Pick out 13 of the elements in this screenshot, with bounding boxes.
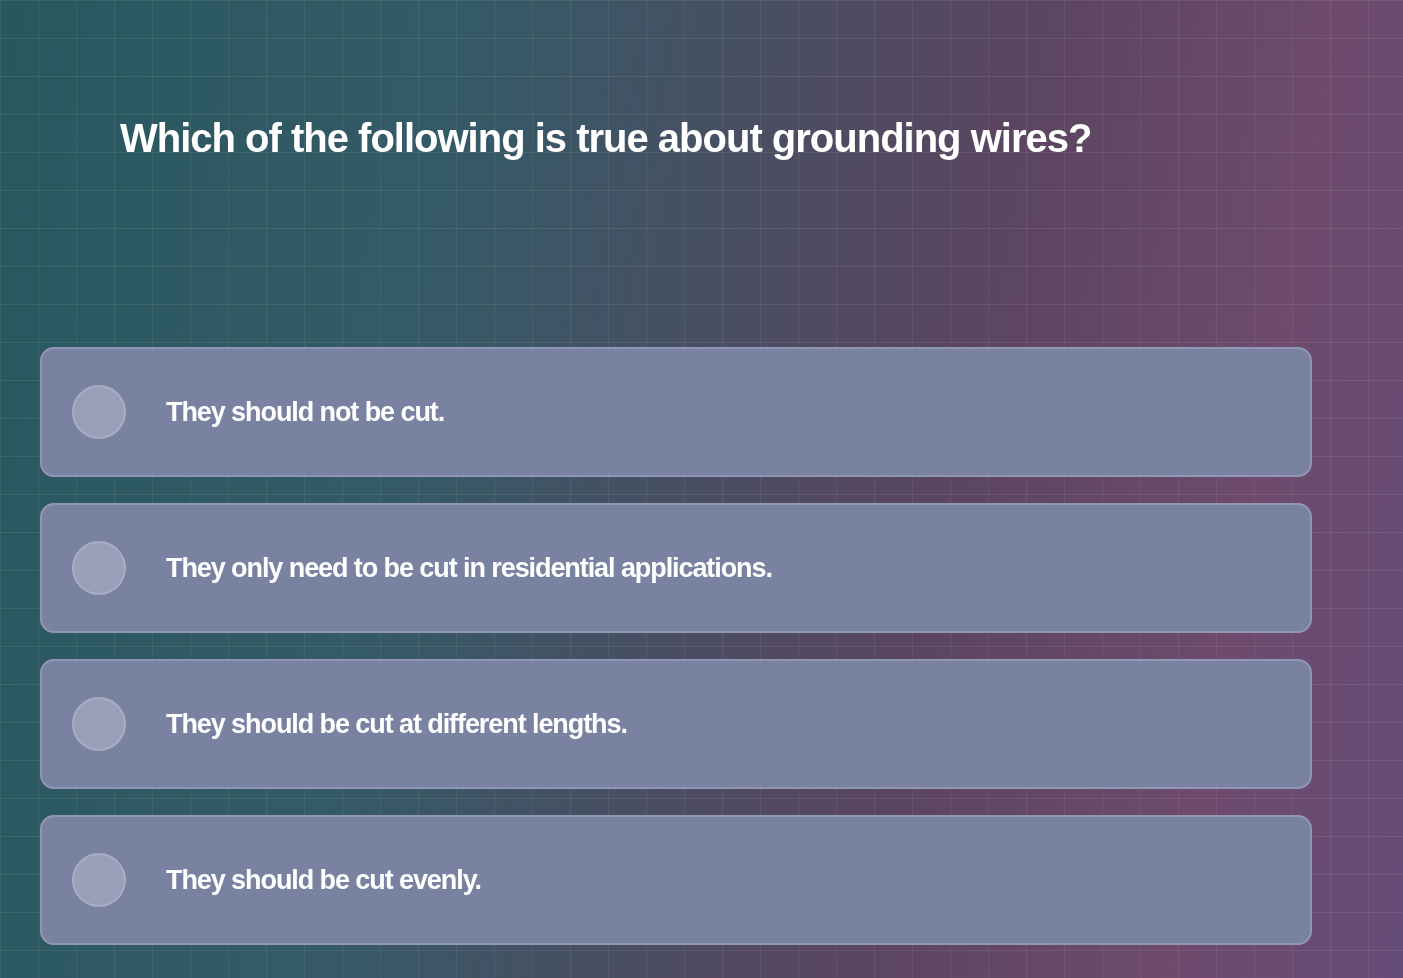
answer-option[interactable]: They only need to be cut in residential applications. xyxy=(40,503,1312,633)
radio-button[interactable] xyxy=(72,853,126,907)
radio-button[interactable] xyxy=(72,541,126,595)
radio-button[interactable] xyxy=(72,697,126,751)
answer-text: They only need to be cut in residential applications. xyxy=(166,551,772,585)
answer-option[interactable]: They should be cut evenly. xyxy=(40,815,1312,945)
answer-text: They should be cut evenly. xyxy=(166,863,481,897)
question-text: Which of the following is true about grounding wires? xyxy=(120,115,1092,162)
answer-text: They should not be cut. xyxy=(166,395,445,429)
answer-option[interactable]: They should be cut at different lengths. xyxy=(40,659,1312,789)
radio-button[interactable] xyxy=(72,385,126,439)
answer-option[interactable]: They should not be cut. xyxy=(40,347,1312,477)
answer-text: They should be cut at different lengths. xyxy=(166,707,627,741)
